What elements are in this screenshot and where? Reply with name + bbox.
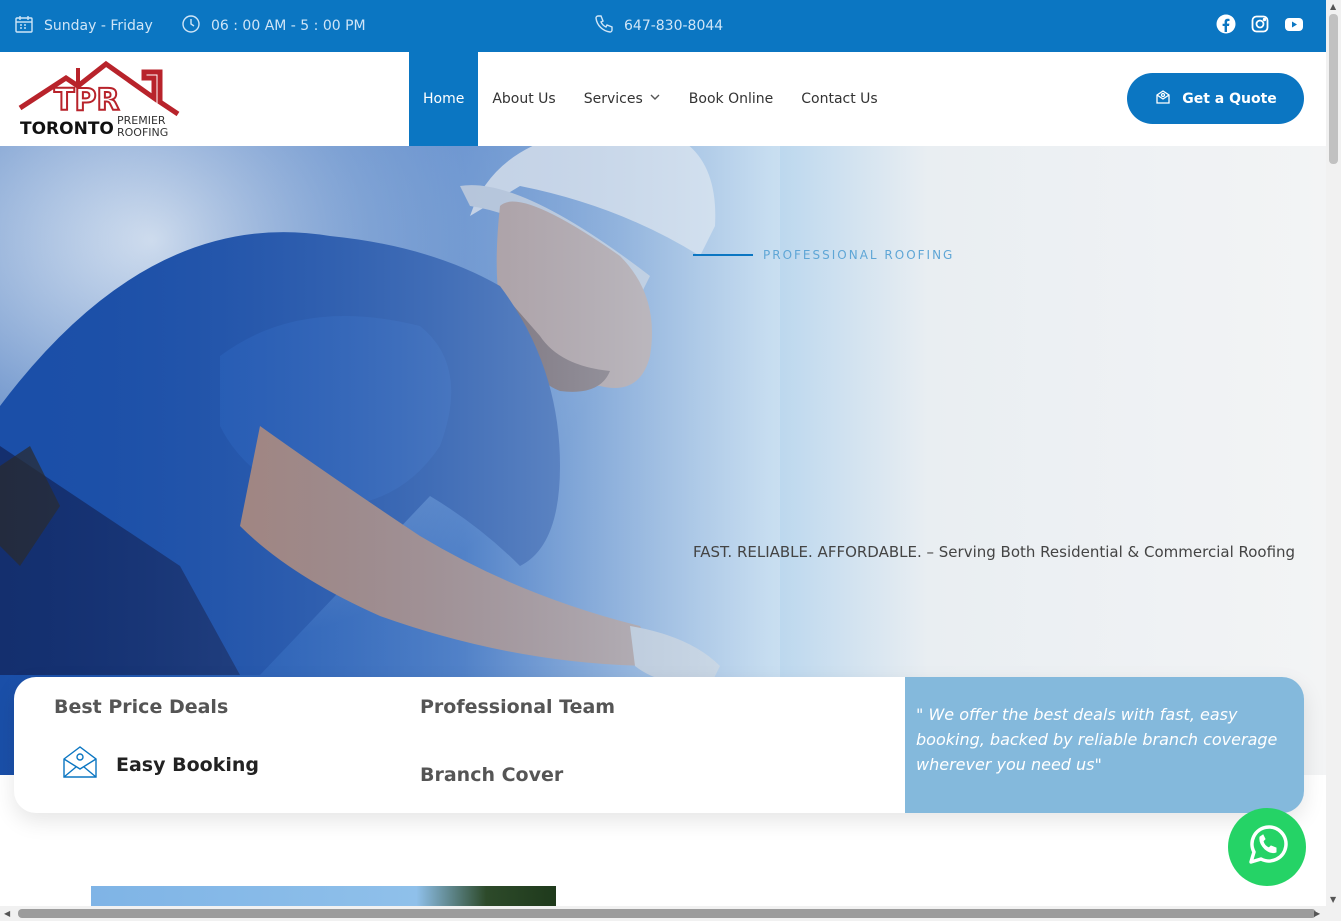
top-info-bar: Sunday - Friday 06 : 00 AM - 5 : 00 PM 6… xyxy=(0,0,1326,52)
working-hours: 06 : 00 AM - 5 : 00 PM xyxy=(181,0,366,52)
horizontal-scrollbar[interactable]: ◀ ▶ xyxy=(0,906,1326,921)
nav-about-us[interactable]: About Us xyxy=(478,52,569,146)
feature-professional-team: Professional Team xyxy=(420,696,616,718)
feature-best-price: Best Price Deals xyxy=(54,696,229,718)
working-days: Sunday - Friday xyxy=(14,0,153,52)
instagram-icon[interactable] xyxy=(1250,14,1270,34)
nav-home[interactable]: Home xyxy=(409,52,479,146)
site-header: TPR TORONTO PREMIER ROOFING Home About U… xyxy=(0,52,1326,146)
scroll-left-arrow[interactable]: ◀ xyxy=(4,909,10,918)
scroll-up-arrow[interactable]: ▲ xyxy=(1330,2,1336,11)
logo-name-bottom: ROOFING xyxy=(117,126,168,139)
social-links xyxy=(1216,14,1304,34)
youtube-icon[interactable] xyxy=(1284,14,1304,34)
hero-tagline-text: PROFESSIONAL ROOFING xyxy=(763,248,955,262)
chevron-down-icon xyxy=(649,91,661,107)
get-quote-button[interactable]: Get a Quote xyxy=(1127,73,1304,124)
phone-link[interactable]: 647-830-8044 xyxy=(594,0,723,52)
main-nav: Home About Us Services Book Online Conta… xyxy=(409,52,892,146)
scroll-right-arrow[interactable]: ▶ xyxy=(1314,909,1320,918)
facebook-icon[interactable] xyxy=(1216,14,1236,34)
vertical-scroll-thumb[interactable] xyxy=(1329,14,1338,164)
scroll-down-arrow[interactable]: ▼ xyxy=(1330,895,1336,904)
vertical-scrollbar[interactable]: ▲ ▼ xyxy=(1326,0,1341,921)
horizontal-scroll-thumb[interactable] xyxy=(18,909,1316,918)
tagline-line xyxy=(693,254,753,256)
nav-services[interactable]: Services xyxy=(570,52,675,146)
nav-services-label: Services xyxy=(583,91,643,107)
mail-icon xyxy=(62,745,98,784)
nav-contact-us[interactable]: Contact Us xyxy=(787,52,891,146)
whatsapp-button[interactable] xyxy=(1228,808,1306,886)
feature-branch-cover: Branch Cover xyxy=(420,764,564,786)
feature-easy-booking: Easy Booking xyxy=(62,745,259,784)
features-card: Best Price Deals Professional Team Easy … xyxy=(14,677,1304,813)
hero-tagline: PROFESSIONAL ROOFING xyxy=(693,248,954,262)
phone-number: 647-830-8044 xyxy=(624,18,724,34)
hero-subtitle: FAST. RELIABLE. AFFORDABLE. – Serving Bo… xyxy=(693,543,1296,561)
working-days-text: Sunday - Friday xyxy=(44,18,153,34)
quote-icon xyxy=(1154,88,1172,110)
calendar-icon xyxy=(14,14,34,38)
working-hours-text: 06 : 00 AM - 5 : 00 PM xyxy=(211,18,366,34)
phone-icon xyxy=(594,14,614,38)
section-image-preview xyxy=(91,886,556,906)
clock-icon xyxy=(181,14,201,38)
feature-easy-booking-label: Easy Booking xyxy=(116,753,259,776)
whatsapp-icon xyxy=(1243,821,1291,873)
logo-name-main: TORONTO xyxy=(20,119,114,139)
site-logo[interactable]: TPR TORONTO PREMIER ROOFING xyxy=(18,60,183,140)
features-quote: " We offer the best deals with fast, eas… xyxy=(905,677,1304,813)
get-quote-label: Get a Quote xyxy=(1182,90,1277,107)
nav-book-online[interactable]: Book Online xyxy=(675,52,787,146)
logo-letters: TPR xyxy=(54,83,120,118)
